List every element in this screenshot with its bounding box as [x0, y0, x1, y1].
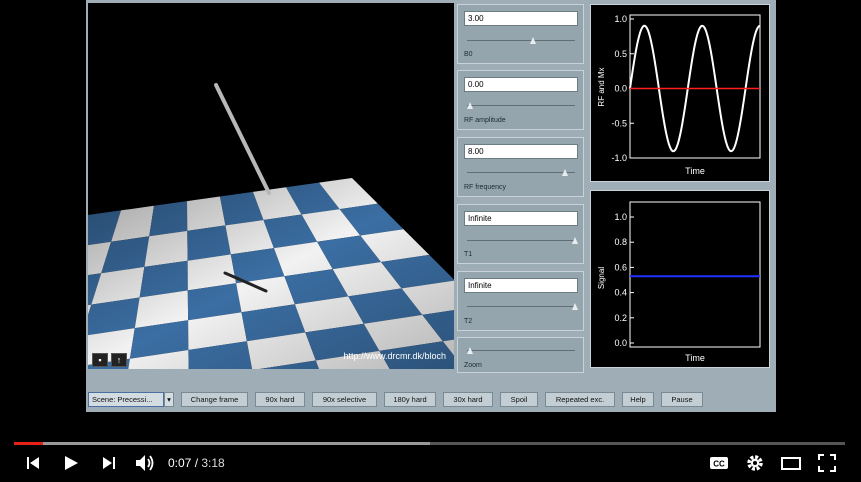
- theater-mode-icon[interactable]: [780, 452, 802, 474]
- rf-ylabel: RF and Mx: [597, 67, 606, 106]
- 30x-hard-button[interactable]: 30x hard: [443, 392, 493, 407]
- rf-amplitude-control: 0.00 RF amplitude: [457, 70, 584, 130]
- 90x-hard-button[interactable]: 90x hard: [255, 392, 305, 407]
- zoom-control: Zoom: [457, 337, 584, 373]
- duration: 3:18: [201, 456, 225, 470]
- progress-buffered: [14, 442, 430, 445]
- bloch-simulator-app: http://www.drcmr.dk/bloch ▪ ↑ 3.00 B0 0.…: [86, 0, 776, 412]
- b0-slider-track[interactable]: [467, 40, 575, 41]
- t2-slider-track[interactable]: [467, 306, 575, 307]
- progress-played: [14, 442, 44, 445]
- svg-text:CC: CC: [713, 460, 725, 469]
- rf-amplitude-input[interactable]: 0.00: [464, 77, 578, 92]
- signal-plot: 1.0 0.8 0.6 0.4 0.2 0.0 Signal Time: [590, 190, 770, 368]
- rf-amplitude-label: RF amplitude: [464, 117, 506, 124]
- t2-control: Infinite T2: [457, 271, 584, 331]
- lock-icon[interactable]: ▪: [92, 353, 108, 367]
- b0-control: 3.00 B0: [457, 4, 584, 64]
- t1-slider-track[interactable]: [467, 240, 575, 241]
- volume-icon[interactable]: [134, 452, 156, 474]
- y-tick-label: -0.5: [611, 118, 627, 128]
- repeated-exc-button[interactable]: Repeated exc.: [545, 392, 615, 407]
- fullscreen-icon[interactable]: [816, 452, 838, 474]
- b0-input[interactable]: 3.00: [464, 11, 578, 26]
- scene-select[interactable]: Scene: Precessi...: [88, 392, 164, 407]
- 3d-viewport[interactable]: http://www.drcmr.dk/bloch ▪ ↑: [88, 3, 454, 369]
- rf-frequency-input[interactable]: 8.00: [464, 144, 578, 159]
- rf-frequency-slider-track[interactable]: [467, 172, 575, 173]
- rf-frequency-control: 8.00 RF frequency: [457, 137, 584, 197]
- checkerboard-scene: [88, 83, 454, 369]
- y-tick-label: 1.0: [614, 212, 627, 222]
- help-button[interactable]: Help: [622, 392, 654, 407]
- t2-input[interactable]: Infinite: [464, 278, 578, 293]
- y-tick-label: 0.0: [614, 84, 627, 94]
- previous-icon[interactable]: [24, 452, 42, 474]
- rf-amplitude-slider-track[interactable]: [467, 105, 575, 106]
- signal-xlabel: Time: [685, 353, 705, 363]
- time-display: 0:07 / 3:18: [168, 456, 225, 470]
- t1-label: T1: [464, 251, 473, 258]
- b0-slider-thumb[interactable]: [530, 37, 536, 44]
- action-toolbar: Scene: Precessi... ▾ Change frame 90x ha…: [86, 389, 776, 409]
- rf-frequency-label: RF frequency: [464, 184, 507, 191]
- rf-amplitude-slider-thumb[interactable]: [467, 102, 473, 109]
- magnetization-vector: [214, 83, 271, 195]
- t1-slider-thumb[interactable]: [572, 237, 578, 244]
- 180y-hard-button[interactable]: 180y hard: [384, 392, 436, 407]
- rf-xlabel: Time: [685, 166, 705, 176]
- y-tick-label: 0.0: [614, 338, 627, 348]
- t1-input[interactable]: Infinite: [464, 211, 578, 226]
- spoil-button[interactable]: Spoil: [500, 392, 538, 407]
- gear-icon[interactable]: [744, 452, 766, 474]
- pause-button[interactable]: Pause: [661, 392, 703, 407]
- signal-ylabel: Signal: [597, 267, 606, 289]
- next-icon[interactable]: [100, 452, 118, 474]
- y-tick-label: -1.0: [611, 153, 627, 163]
- y-tick-label: 0.2: [614, 313, 627, 323]
- t2-label: T2: [464, 318, 473, 325]
- current-time: 0:07: [168, 456, 192, 470]
- play-icon[interactable]: [61, 452, 81, 474]
- t2-slider-thumb[interactable]: [572, 303, 578, 310]
- zoom-slider-thumb[interactable]: [467, 347, 473, 354]
- zoom-slider-track[interactable]: [467, 350, 575, 351]
- arrow-up-icon[interactable]: ↑: [111, 353, 127, 367]
- change-frame-button[interactable]: Change frame: [181, 392, 248, 407]
- t1-control: Infinite T1: [457, 204, 584, 264]
- rf-mx-plot: 1.0 0.5 0.0 -0.5 -1.0 RF and Mx Time: [590, 4, 770, 182]
- y-tick-label: 0.6: [614, 262, 627, 272]
- y-tick-label: 0.4: [614, 288, 627, 298]
- chevron-down-icon[interactable]: ▾: [164, 392, 174, 407]
- rf-frequency-slider-thumb[interactable]: [561, 169, 568, 176]
- y-tick-label: 0.8: [614, 237, 627, 247]
- y-tick-label: 1.0: [614, 14, 627, 24]
- zoom-label: Zoom: [464, 362, 482, 369]
- b0-label: B0: [464, 51, 473, 58]
- 90x-selective-button[interactable]: 90x selective: [312, 392, 377, 407]
- y-tick-label: 0.5: [614, 49, 627, 59]
- captions-icon[interactable]: CC: [708, 452, 730, 474]
- url-text: http://www.drcmr.dk/bloch: [343, 351, 446, 361]
